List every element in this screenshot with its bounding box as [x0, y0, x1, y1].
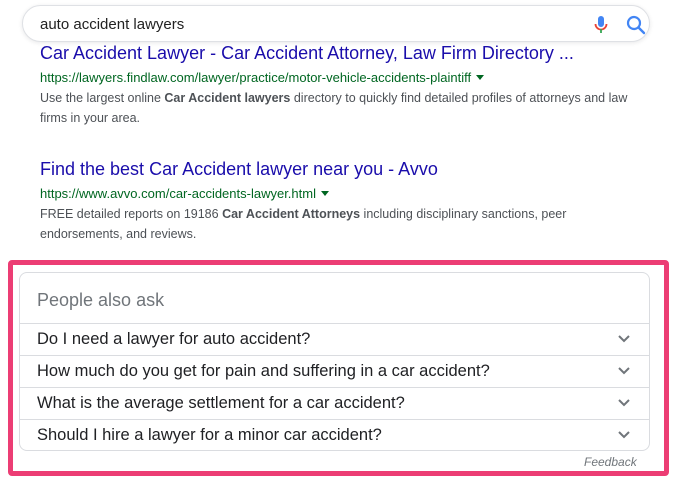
result-url-text[interactable]: https://www.avvo.com/car-accidents-lawye…: [40, 186, 316, 201]
paa-question-text: Do I need a lawyer for auto accident?: [37, 330, 311, 348]
search-result: Car Accident Lawyer - Car Accident Attor…: [40, 42, 660, 128]
paa-question-text: What is the average settlement for a car…: [37, 394, 405, 412]
snippet-bold-text: Car Accident Attorneys: [222, 207, 361, 221]
paa-question[interactable]: How much do you get for pain and sufferi…: [20, 355, 649, 387]
snippet-text: FREE detailed reports on 19186: [40, 207, 223, 221]
paa-question[interactable]: Do I need a lawyer for auto accident?: [20, 323, 649, 355]
paa-question-text: How much do you get for pain and sufferi…: [37, 362, 490, 380]
people-also-ask-panel: People also ask Do I need a lawyer for a…: [19, 272, 650, 451]
search-icon[interactable]: [625, 14, 647, 36]
search-bar: [22, 5, 650, 42]
feedback-link[interactable]: Feedback: [584, 455, 637, 469]
search-input[interactable]: [40, 14, 560, 34]
snippet-text: Use the largest online: [40, 91, 165, 105]
result-url[interactable]: https://www.avvo.com/car-accidents-lawye…: [40, 185, 660, 202]
paa-question[interactable]: Should I hire a lawyer for a minor car a…: [20, 419, 649, 451]
paa-question-text: Should I hire a lawyer for a minor car a…: [37, 426, 382, 444]
url-dropdown-arrow-icon[interactable]: [476, 75, 485, 80]
mic-icon[interactable]: [591, 14, 611, 36]
result-url-text[interactable]: https://lawyers.findlaw.com/lawyer/pract…: [40, 70, 471, 85]
result-snippet: FREE detailed reports on 19186 Car Accid…: [40, 204, 640, 244]
result-title-link[interactable]: Car Accident Lawyer - Car Accident Attor…: [40, 42, 660, 64]
paa-question[interactable]: What is the average settlement for a car…: [20, 387, 649, 419]
result-title-link[interactable]: Find the best Car Accident lawyer near y…: [40, 158, 660, 180]
chevron-down-icon[interactable]: [617, 429, 631, 441]
chevron-down-icon[interactable]: [617, 365, 631, 377]
url-dropdown-arrow-icon[interactable]: [320, 191, 329, 196]
people-also-ask-title: People also ask: [37, 290, 165, 310]
result-url[interactable]: https://lawyers.findlaw.com/lawyer/pract…: [40, 69, 660, 86]
chevron-down-icon[interactable]: [617, 397, 631, 409]
result-snippet: Use the largest online Car Accident lawy…: [40, 88, 640, 128]
search-result: Find the best Car Accident lawyer near y…: [40, 158, 660, 244]
chevron-down-icon[interactable]: [617, 333, 631, 345]
snippet-bold-text: Car Accident lawyers: [164, 91, 291, 105]
